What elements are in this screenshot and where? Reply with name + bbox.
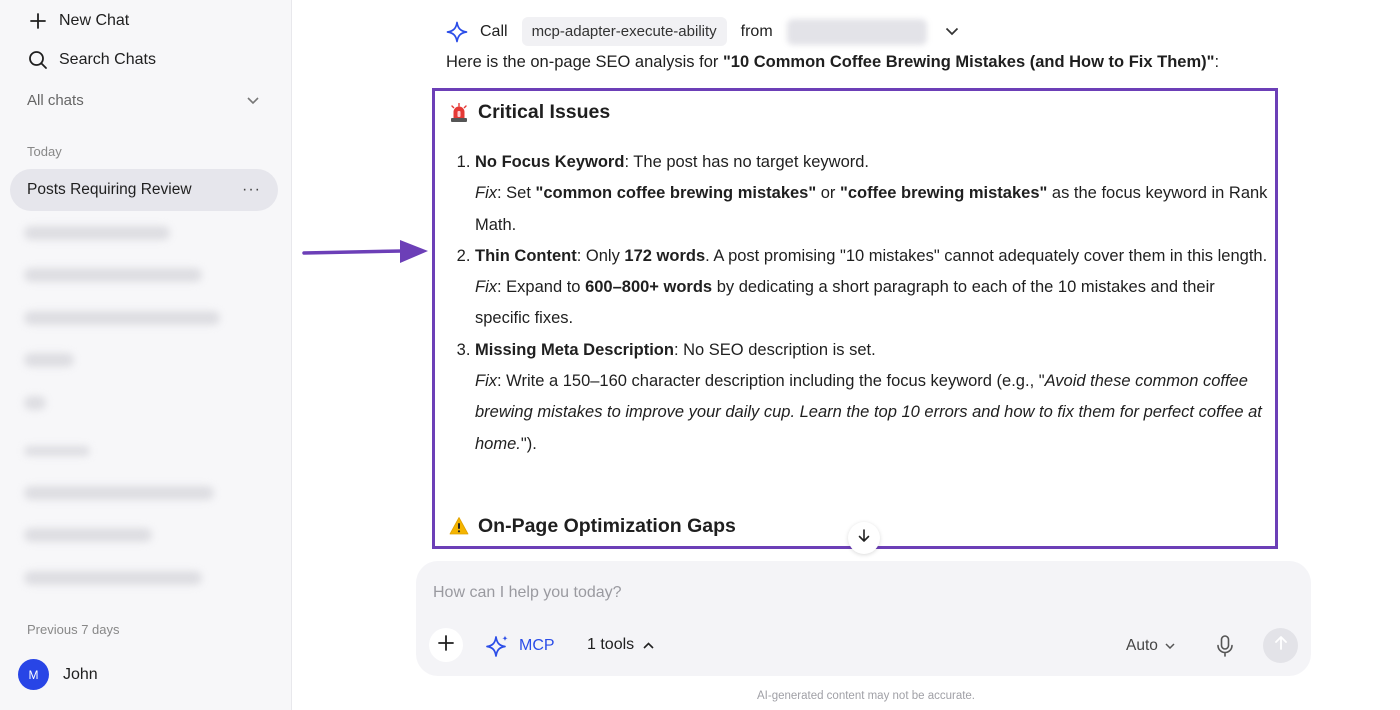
tool-call-header: Call mcp-adapter-execute-ability from	[446, 17, 959, 46]
intro-suffix: :	[1214, 53, 1220, 71]
list-item: No Focus Keyword: The post has no target…	[475, 147, 1274, 241]
chat-item-blurred[interactable]	[24, 353, 74, 367]
issue-desc: : The post has no target keyword.	[624, 153, 870, 171]
chat-item-label: Posts Requiring Review	[27, 181, 192, 198]
chat-item-blurred[interactable]	[24, 486, 214, 500]
section-heading-gaps: On-Page Optimization Gaps	[449, 512, 736, 540]
intro-prefix: Here is the on-page SEO analysis for	[446, 53, 723, 71]
issue-title: No Focus Keyword	[475, 153, 625, 171]
section-title: On-Page Optimization Gaps	[478, 514, 736, 537]
message-content: Critical Issues No Focus Keyword: The po…	[449, 99, 1274, 460]
issue-title: Thin Content	[475, 246, 577, 265]
section-title: Critical Issues	[478, 101, 611, 124]
section-label-today: Today	[27, 144, 62, 159]
list-item: Thin Content: Only 172 words. A post pro…	[475, 241, 1274, 335]
plus-icon	[438, 634, 454, 656]
issue-desc: : No SEO description is set.	[673, 340, 876, 359]
all-chats-dropdown[interactable]: All chats	[27, 92, 259, 109]
sparkle-icon	[446, 21, 468, 43]
list-item: Missing Meta Description: No SEO descrip…	[475, 335, 1274, 460]
model-select[interactable]: Auto	[1126, 637, 1175, 655]
mcp-label: MCP	[519, 637, 555, 654]
sparkle-icon	[486, 634, 510, 658]
tool-name-chip: mcp-adapter-execute-ability	[521, 17, 727, 46]
chat-item-active[interactable]: Posts Requiring Review ···	[10, 169, 278, 211]
chevron-down-icon	[1165, 643, 1175, 649]
chat-item-blurred[interactable]	[24, 396, 46, 410]
server-name-blurred	[786, 18, 927, 45]
fix-target-words: 600–800+ words	[585, 278, 713, 297]
more-options-icon[interactable]: ···	[242, 181, 261, 199]
new-chat-button[interactable]: New Chat	[27, 10, 129, 32]
message-input[interactable]	[433, 581, 1253, 605]
fix-keyword: "coffee brewing mistakes"	[840, 184, 1048, 203]
chat-item-blurred[interactable]	[24, 311, 220, 325]
chevron-down-icon[interactable]	[945, 27, 959, 36]
model-label: Auto	[1126, 637, 1158, 654]
warning-icon	[449, 516, 469, 536]
fix-text: ").	[520, 434, 537, 453]
fix-keyword: "common coffee brewing mistakes"	[535, 184, 817, 203]
microphone-icon	[1214, 634, 1236, 663]
attach-button[interactable]	[429, 628, 463, 662]
chat-item-blurred[interactable]	[24, 571, 202, 585]
chevron-up-icon	[643, 641, 654, 649]
fix-text: : Expand to	[497, 278, 586, 297]
issue-title: Missing Meta Description	[475, 340, 674, 359]
tools-label: 1 tools	[587, 636, 635, 653]
call-label: Call	[480, 22, 508, 40]
fix-text: : Write a 150–160 character description …	[497, 372, 1045, 391]
scroll-to-bottom-button[interactable]	[848, 522, 880, 554]
all-chats-label: All chats	[27, 92, 84, 109]
tools-toggle[interactable]: 1 tools	[587, 636, 654, 654]
chat-item-blurred[interactable]	[24, 528, 152, 542]
chat-item-blurred[interactable]	[24, 268, 202, 282]
sidebar: New Chat Search Chats All chats Today Po…	[0, 0, 292, 710]
siren-icon	[449, 103, 469, 123]
arrow-up-icon	[1273, 635, 1289, 656]
fix-text: or	[816, 184, 841, 203]
fix-label: Fix	[475, 372, 497, 391]
fix-label: Fix	[475, 184, 497, 203]
issue-word-count: 172 words	[624, 246, 706, 265]
intro-post-title: "10 Common Coffee Brewing Mistakes (and …	[722, 53, 1215, 71]
user-profile[interactable]: M John	[18, 659, 98, 690]
message-composer: MCP 1 tools Auto	[416, 561, 1311, 676]
section-label-previous: Previous 7 days	[27, 622, 120, 637]
send-button[interactable]	[1263, 628, 1298, 663]
from-label: from	[740, 22, 773, 40]
chevron-down-icon	[247, 92, 259, 109]
section-label-blurred	[24, 446, 90, 456]
fix-text: : Set	[497, 184, 536, 203]
annotation-arrow	[302, 236, 432, 275]
fix-line: Fix: Write a 150–160 character descripti…	[475, 366, 1274, 460]
fix-line: Fix: Set "common coffee brewing mistakes…	[475, 178, 1274, 241]
arrow-down-icon	[857, 528, 871, 548]
fix-label: Fix	[475, 278, 497, 297]
fix-line: Fix: Expand to 600–800+ words by dedicat…	[475, 272, 1274, 335]
new-chat-label: New Chat	[59, 12, 130, 29]
message-intro: Here is the on-page SEO analysis for "10…	[446, 53, 1219, 72]
chat-item-blurred[interactable]	[24, 226, 170, 240]
search-icon	[27, 49, 49, 71]
user-name: John	[63, 665, 98, 683]
issue-desc: : Only	[576, 246, 625, 265]
issue-list: No Focus Keyword: The post has no target…	[449, 147, 1274, 460]
section-heading-critical: Critical Issues	[449, 99, 1274, 127]
issue-desc: . A post promising "10 mistakes" cannot …	[705, 246, 1268, 265]
search-chats-button[interactable]: Search Chats	[27, 49, 156, 71]
search-chats-label: Search Chats	[59, 51, 156, 68]
avatar: M	[18, 659, 49, 690]
plus-icon	[27, 10, 49, 32]
disclaimer-text: AI-generated content may not be accurate…	[757, 690, 975, 702]
mcp-button[interactable]: MCP	[486, 634, 555, 658]
microphone-button[interactable]	[1214, 634, 1236, 663]
